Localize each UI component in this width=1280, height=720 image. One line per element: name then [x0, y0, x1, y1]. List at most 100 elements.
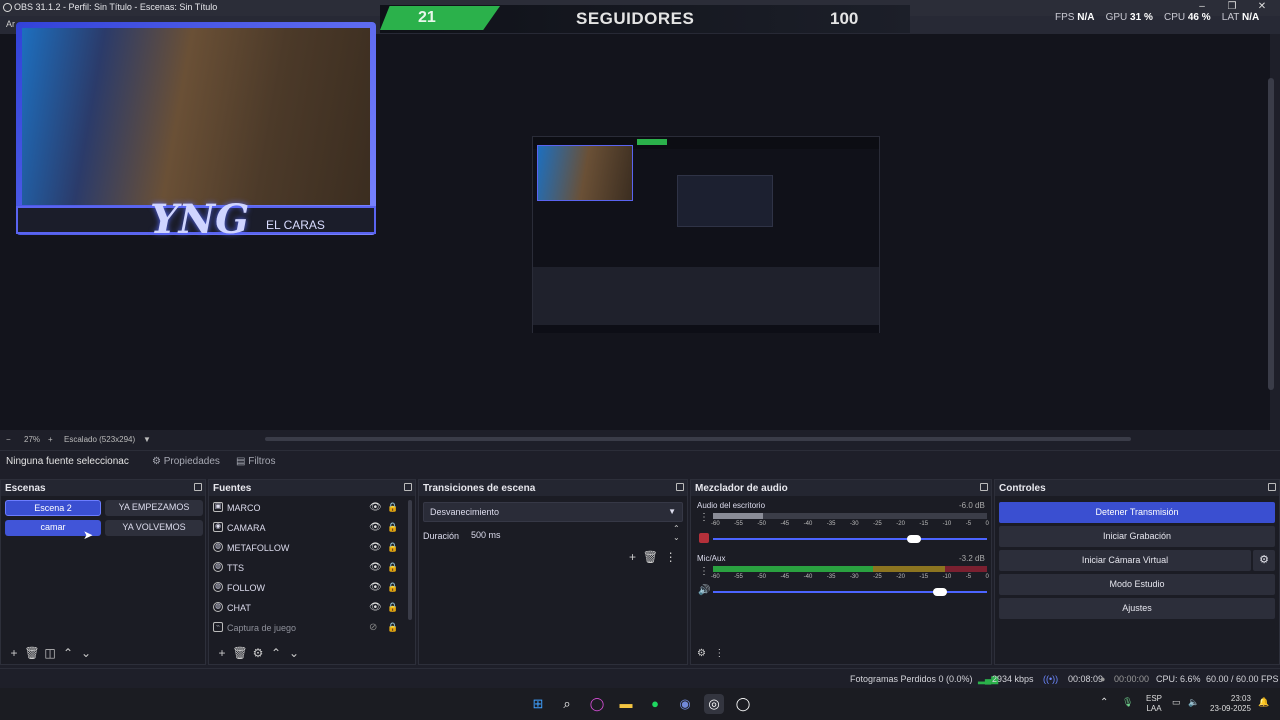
- more-icon[interactable]: ⋮: [665, 550, 677, 564]
- speaker-icon[interactable]: 🔊: [698, 585, 710, 596]
- gear-icon: ⚙: [152, 456, 161, 467]
- controls-title: Controles: [999, 483, 1046, 494]
- scenes-header: Escenas: [1, 480, 205, 496]
- maximize-icon[interactable]: ❐: [1222, 1, 1242, 12]
- properties-button[interactable]: ⚙ Propiedades: [146, 455, 226, 468]
- undock-icon[interactable]: [980, 483, 988, 491]
- filters-button[interactable]: ▤ Filtros: [230, 455, 281, 468]
- volume-slider[interactable]: [713, 538, 987, 540]
- mixer-settings-icon[interactable]: ⚙: [697, 648, 706, 659]
- undock-icon[interactable]: [676, 483, 684, 491]
- volume-knob[interactable]: [907, 535, 921, 543]
- zoom-out-button[interactable]: −: [6, 435, 11, 444]
- audio-meter-yellow: [873, 566, 945, 572]
- spotify-icon[interactable]: ●: [645, 694, 665, 714]
- visibility-eye-icon[interactable]: 👁: [369, 582, 382, 593]
- virtual-camera-button[interactable]: Iniciar Cámara Virtual: [999, 550, 1251, 571]
- sources-title: Fuentes: [213, 483, 252, 494]
- app-taskbar-icon[interactable]: ◯: [733, 694, 753, 714]
- undock-icon[interactable]: [194, 483, 202, 491]
- fps-status: 60.00 / 60.00 FPS: [1206, 674, 1279, 684]
- stop-streaming-button[interactable]: Detener Transmisión: [999, 502, 1275, 523]
- transition-select[interactable]: Desvanecimiento ▼: [423, 502, 683, 522]
- undock-icon[interactable]: [1268, 483, 1276, 491]
- mixer-title: Mezclador de audio: [695, 483, 788, 494]
- filter-icon[interactable]: ◫: [41, 646, 59, 660]
- source-row[interactable]: ◍ FOLLOW 👁 🔒: [213, 580, 403, 598]
- visibility-eye-icon[interactable]: 👁: [369, 602, 382, 613]
- lock-icon[interactable]: 🔒: [387, 622, 398, 633]
- lock-icon[interactable]: 🔒: [387, 562, 398, 573]
- hidden-eye-icon[interactable]: ⊘: [369, 622, 377, 633]
- trash-icon[interactable]: 🗑: [231, 646, 249, 660]
- scene-button[interactable]: YA VOLVEMOS: [105, 520, 203, 536]
- move-up-icon[interactable]: ⌃: [267, 646, 285, 660]
- duration-input[interactable]: 500 ms: [465, 526, 683, 546]
- add-icon[interactable]: +: [5, 646, 23, 660]
- scene-button[interactable]: YA EMPEZAMOS: [105, 500, 203, 516]
- preview-horizontal-scrollbar[interactable]: [265, 437, 1131, 441]
- cpu-label: CPU: [1163, 12, 1186, 23]
- settings-button[interactable]: Ajustes: [999, 598, 1275, 619]
- microphone-icon[interactable]: 🎙: [1122, 697, 1133, 708]
- file-explorer-icon[interactable]: ▬: [616, 694, 636, 714]
- channel-menu-icon[interactable]: ⋮: [699, 566, 709, 577]
- more-icon[interactable]: ⋮: [714, 648, 724, 659]
- source-label: FOLLOW: [227, 583, 266, 593]
- lock-icon[interactable]: 🔒: [387, 542, 398, 553]
- volume-icon[interactable]: 🔈: [1188, 697, 1199, 708]
- sources-header: Fuentes: [209, 480, 415, 496]
- discord-icon[interactable]: ◉: [675, 694, 695, 714]
- trash-icon[interactable]: 🗑: [643, 550, 658, 564]
- search-icon[interactable]: ⌕: [557, 694, 577, 714]
- source-row[interactable]: ◍ TTS 👁 🔒: [213, 560, 403, 578]
- duration-stepper[interactable]: ⌃ ⌄: [673, 524, 680, 542]
- virtual-camera-settings-icon[interactable]: ⚙: [1253, 550, 1275, 571]
- muted-speaker-icon[interactable]: [699, 533, 709, 543]
- move-down-icon[interactable]: ⌄: [77, 646, 95, 660]
- menu-archivo[interactable]: Ar: [6, 19, 15, 29]
- studio-mode-button[interactable]: Modo Estudio: [999, 574, 1275, 595]
- visibility-eye-icon[interactable]: 👁: [369, 562, 382, 573]
- visibility-eye-icon[interactable]: 👁: [369, 522, 382, 533]
- language-indicator[interactable]: ESP LAA: [1146, 694, 1162, 714]
- scale-dropdown-icon[interactable]: ▼: [143, 435, 151, 444]
- minimize-icon[interactable]: –: [1192, 1, 1212, 12]
- visibility-eye-icon[interactable]: 👁: [369, 542, 382, 553]
- scale-label: Escalado (523x294): [64, 435, 136, 444]
- source-row[interactable]: ◍ METAFOLLOW 👁 🔒: [213, 540, 403, 558]
- preview-vertical-scrollbar[interactable]: [1268, 78, 1274, 390]
- close-icon[interactable]: ✕: [1252, 1, 1272, 12]
- opera-icon[interactable]: ◯: [587, 694, 607, 714]
- gear-icon[interactable]: ⚙: [249, 646, 267, 660]
- source-row[interactable]: ◍ CHAT 👁 🔒: [213, 600, 403, 618]
- lock-icon[interactable]: 🔒: [387, 582, 398, 593]
- source-row[interactable]: ▣ MARCO 👁 🔒: [213, 500, 403, 518]
- obs-taskbar-icon[interactable]: ◎: [704, 694, 724, 714]
- scene-button[interactable]: Escena 2: [5, 500, 101, 516]
- channel-menu-icon[interactable]: ⋮: [699, 512, 709, 523]
- source-row[interactable]: ◉ CAMARA 👁 🔒: [213, 520, 403, 538]
- windows-start-icon[interactable]: ⊞: [528, 694, 548, 714]
- trash-icon[interactable]: 🗑: [23, 646, 41, 660]
- browser-icon: ◍: [213, 562, 223, 572]
- tray-expand-icon[interactable]: ⌃: [1100, 697, 1108, 708]
- lock-icon[interactable]: 🔒: [387, 602, 398, 613]
- zoom-in-button[interactable]: +: [48, 435, 53, 444]
- source-row[interactable]: ⌁ Captura de juego ⊘ 🔒: [213, 620, 403, 638]
- move-down-icon[interactable]: ⌄: [285, 646, 303, 660]
- network-icon[interactable]: ▭: [1172, 697, 1181, 708]
- notifications-icon[interactable]: 🔔: [1258, 697, 1269, 708]
- add-icon[interactable]: +: [629, 550, 636, 564]
- undock-icon[interactable]: [404, 483, 412, 491]
- lock-icon[interactable]: 🔒: [387, 502, 398, 513]
- lock-icon[interactable]: 🔒: [387, 522, 398, 533]
- clock[interactable]: 23:03 23-09-2025: [1210, 694, 1251, 714]
- start-recording-button[interactable]: Iniciar Grabación: [999, 526, 1275, 547]
- volume-knob[interactable]: [933, 588, 947, 596]
- move-up-icon[interactable]: ⌃: [59, 646, 77, 660]
- audio-level: [713, 513, 763, 519]
- sources-scrollbar[interactable]: [408, 500, 412, 620]
- add-icon[interactable]: +: [213, 646, 231, 660]
- visibility-eye-icon[interactable]: 👁: [369, 502, 382, 513]
